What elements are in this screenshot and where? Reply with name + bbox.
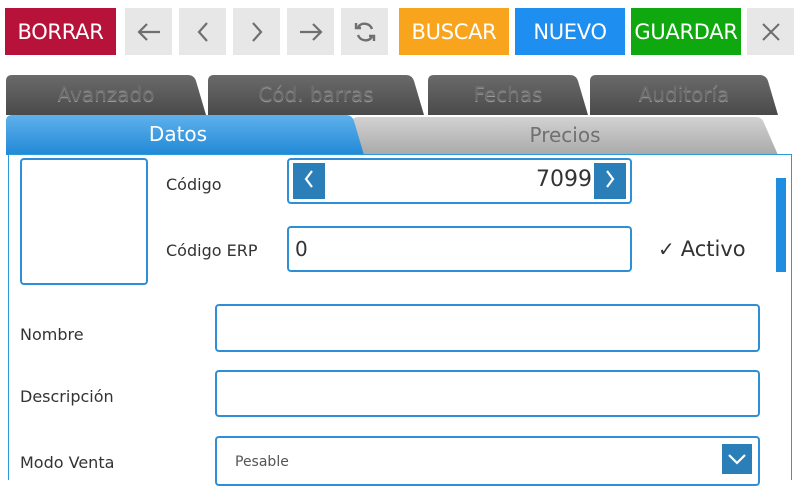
tab-precios-label: Precios: [529, 123, 601, 147]
tab-auditoria[interactable]: Auditoría: [590, 73, 778, 115]
modo-venta-dropdown-button[interactable]: [722, 444, 752, 474]
panel-scrollbar[interactable]: [776, 178, 786, 272]
first-record-button[interactable]: [125, 8, 172, 55]
guardar-button[interactable]: GUARDAR: [631, 8, 741, 55]
close-button[interactable]: [747, 8, 794, 55]
chevron-right-icon: [604, 169, 616, 193]
chevron-left-icon: [196, 21, 210, 43]
checkmark-icon: ✓: [658, 237, 675, 261]
arrow-left-icon: [136, 22, 162, 42]
tab-bar: Avanzado Cód. barras Fechas Auditoría Pr…: [0, 70, 800, 160]
buscar-button[interactable]: BUSCAR: [399, 8, 509, 55]
product-image[interactable]: [20, 158, 148, 285]
tab-fechas-label: Fechas: [473, 82, 543, 106]
codigo-value: 7099: [536, 167, 592, 192]
nuevo-button[interactable]: NUEVO: [515, 8, 625, 55]
nombre-label: Nombre: [20, 325, 84, 344]
refresh-icon: [353, 20, 377, 44]
tab-codigo-barras-label: Cód. barras: [258, 82, 374, 106]
buscar-label: BUSCAR: [411, 19, 497, 44]
borrar-label: BORRAR: [17, 19, 104, 44]
modo-venta-value: Pesable: [235, 454, 289, 470]
chevron-left-icon: [303, 169, 315, 193]
tab-datos-label: Datos: [148, 122, 208, 146]
next-record-button[interactable]: [233, 8, 280, 55]
borrar-button[interactable]: BORRAR: [5, 8, 116, 55]
descripcion-label: Descripción: [20, 387, 114, 406]
chevron-down-icon: [727, 450, 747, 469]
descripcion-input[interactable]: [215, 370, 760, 417]
last-record-button[interactable]: [287, 8, 334, 55]
modo-venta-select[interactable]: Pesable: [215, 436, 760, 486]
tab-datos[interactable]: Datos: [6, 113, 364, 155]
guardar-label: GUARDAR: [634, 19, 738, 44]
chevron-right-icon: [250, 21, 264, 43]
codigo-stepper[interactable]: 7099: [287, 158, 632, 204]
tab-precios[interactable]: Precios: [352, 115, 778, 155]
codigo-erp-input[interactable]: 0: [287, 226, 632, 272]
tab-codigo-barras[interactable]: Cód. barras: [208, 73, 424, 115]
activo-label: Activo: [680, 237, 746, 261]
tab-fechas[interactable]: Fechas: [428, 73, 588, 115]
codigo-label: Código: [166, 175, 222, 194]
tab-avanzado[interactable]: Avanzado: [6, 73, 206, 115]
refresh-button[interactable]: [341, 8, 388, 55]
tab-auditoria-label: Auditoría: [638, 82, 730, 106]
arrow-right-icon: [298, 22, 324, 42]
nuevo-label: NUEVO: [533, 19, 607, 44]
codigo-increment-button[interactable]: [594, 163, 626, 199]
tab-avanzado-label: Avanzado: [57, 82, 155, 106]
close-icon: [761, 22, 781, 42]
activo-checkbox[interactable]: ✓ Activo: [658, 237, 746, 261]
modo-venta-label: Modo Venta: [20, 453, 115, 472]
nombre-input[interactable]: [215, 304, 760, 352]
previous-record-button[interactable]: [179, 8, 226, 55]
codigo-erp-value: 0: [295, 237, 308, 261]
codigo-decrement-button[interactable]: [293, 163, 325, 199]
codigo-erp-label: Código ERP: [166, 241, 258, 260]
